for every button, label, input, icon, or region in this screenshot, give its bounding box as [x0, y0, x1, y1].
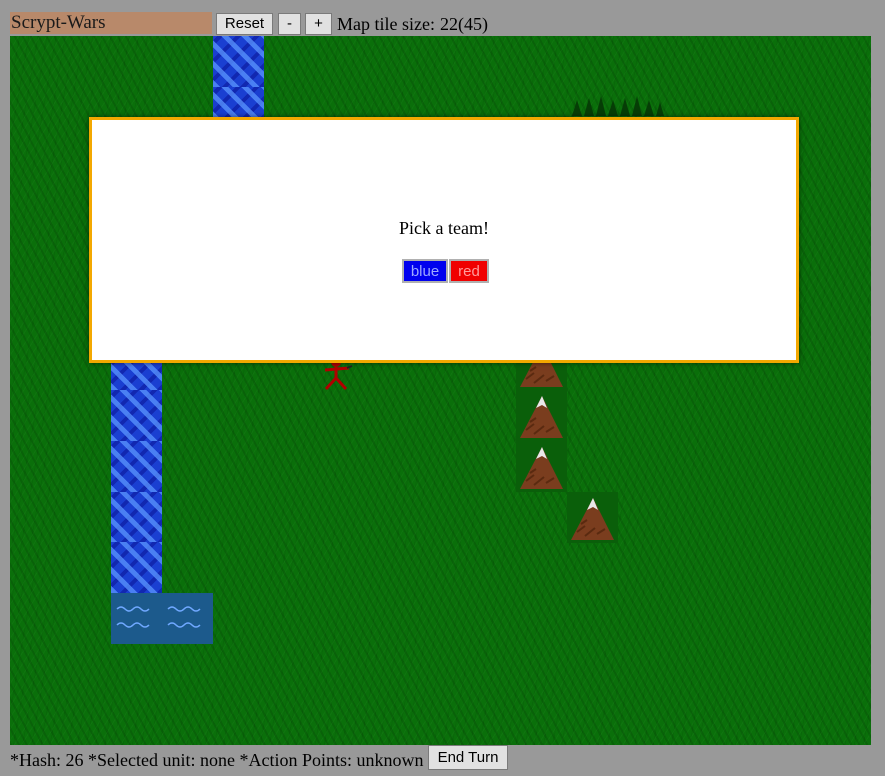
dialog-message: Pick a team! — [399, 218, 489, 238]
mountain-tile[interactable] — [567, 492, 618, 543]
tile-size-value: 22(45) — [439, 14, 488, 34]
hash-readout: *Hash: 26 — [10, 749, 84, 770]
river-tile[interactable] — [111, 441, 162, 492]
zoom-out-button[interactable]: - — [278, 13, 301, 35]
tile-size-label: Map tile size: — [337, 14, 435, 34]
water-tile[interactable] — [162, 593, 213, 644]
selected-unit-readout: *Selected unit: none — [88, 749, 235, 770]
end-turn-button[interactable]: End Turn — [428, 745, 508, 770]
team-blue-button[interactable]: blue — [402, 259, 448, 283]
team-picker-dialog: Pick a team! blue red — [89, 117, 799, 363]
river-tile[interactable] — [111, 492, 162, 543]
game-name-input[interactable]: Scrypt-Wars — [10, 12, 212, 34]
top-bar: Scrypt-Wars Reset - + Map tile size: 22(4… — [0, 0, 885, 36]
team-red-button[interactable]: red — [449, 259, 489, 283]
mountain-tile[interactable] — [516, 441, 567, 492]
water-tile[interactable] — [111, 593, 162, 644]
mountain-tile[interactable] — [516, 390, 567, 441]
river-tile[interactable] — [111, 542, 162, 593]
tile-size-readout: Map tile size: 22(45) — [337, 13, 488, 35]
zoom-in-button[interactable]: + — [305, 13, 332, 35]
river-tile[interactable] — [111, 390, 162, 441]
reset-button[interactable]: Reset — [216, 13, 273, 35]
forest-tile[interactable] — [568, 86, 668, 116]
status-bar: *Hash: 26 *Selected unit: none *Action P… — [10, 745, 880, 775]
river-tile[interactable] — [213, 36, 264, 87]
action-points-readout: *Action Points: unknown — [239, 749, 424, 770]
